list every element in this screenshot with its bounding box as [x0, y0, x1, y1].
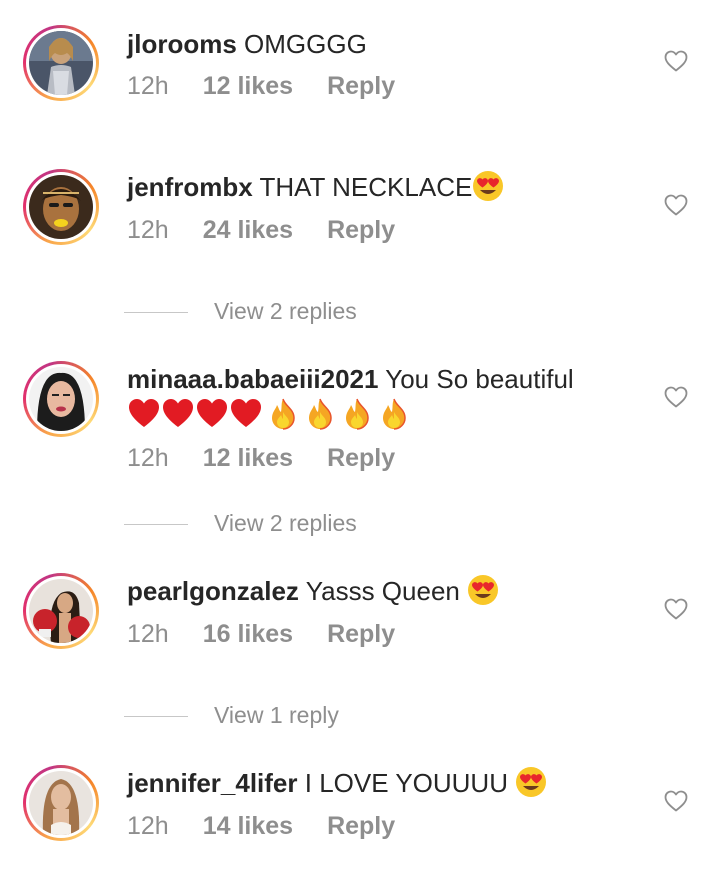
view-replies-button[interactable]: View 2 replies: [0, 298, 720, 328]
reply-button[interactable]: Reply: [327, 620, 395, 648]
comment-username[interactable]: minaaa.babaeiii2021: [127, 364, 378, 394]
divider-line: [124, 524, 188, 525]
red-heart-emoji-icon: [195, 398, 229, 430]
avatar-image: [29, 579, 93, 643]
emoji-line: [127, 398, 411, 432]
view-replies-button[interactable]: View 2 replies: [0, 510, 720, 540]
avatar[interactable]: [23, 765, 99, 841]
avatar[interactable]: [23, 169, 99, 245]
comment-username[interactable]: jennifer_4lifer: [127, 768, 298, 798]
heart-outline-icon[interactable]: [664, 598, 688, 620]
comment-likes[interactable]: 16 likes: [203, 620, 293, 648]
comment-meta: 12h 12 likes Reply: [127, 444, 395, 473]
comment-time: 12h: [127, 620, 169, 648]
comment-time: 12h: [127, 216, 169, 244]
fire-emoji-icon: [266, 398, 300, 430]
reply-button[interactable]: Reply: [327, 216, 395, 244]
comment-text: minaaa.babaeiii2021 You So beautiful: [127, 362, 647, 432]
view-replies-button[interactable]: View 1 reply: [0, 702, 720, 732]
reply-button[interactable]: Reply: [327, 812, 395, 840]
comment-text: pearlgonzalez Yasss Queen: [127, 574, 647, 608]
red-heart-emoji-icon: [229, 398, 263, 430]
comment-likes[interactable]: 12 likes: [203, 72, 293, 100]
comment-username[interactable]: pearlgonzalez: [127, 576, 299, 606]
avatar-image: [29, 31, 93, 95]
avatar-image: [29, 367, 93, 431]
fire-emoji-icon: [303, 398, 337, 430]
comment-body: THAT NECKLACE: [259, 172, 473, 202]
comment-username[interactable]: jlorooms: [127, 29, 237, 59]
heart-outline-icon[interactable]: [664, 50, 688, 72]
red-heart-emoji-icon: [127, 398, 161, 430]
comment-time: 12h: [127, 444, 169, 472]
reply-button[interactable]: Reply: [327, 72, 395, 100]
avatar-image: [29, 771, 93, 835]
avatar[interactable]: [23, 25, 99, 101]
comment-body: OMGGGG: [244, 29, 367, 59]
avatar[interactable]: [23, 361, 99, 437]
comment-body: I LOVE YOUUUU: [304, 768, 508, 798]
comment-meta: 12h 16 likes Reply: [127, 620, 395, 649]
comment-text: jennifer_4lifer I LOVE YOUUUU: [127, 766, 647, 800]
comment-username[interactable]: jenfrombx: [127, 172, 253, 202]
view-replies-label[interactable]: View 1 reply: [214, 702, 339, 729]
heart-eyes-emoji-icon: [515, 766, 547, 798]
comment-likes[interactable]: 12 likes: [203, 444, 293, 472]
comment-time: 12h: [127, 72, 169, 100]
comment-likes[interactable]: 14 likes: [203, 812, 293, 840]
heart-eyes-emoji-icon: [467, 574, 499, 606]
avatar[interactable]: [23, 573, 99, 649]
heart-outline-icon[interactable]: [664, 386, 688, 408]
reply-button[interactable]: Reply: [327, 444, 395, 472]
view-replies-label[interactable]: View 2 replies: [214, 510, 357, 537]
fire-emoji-icon: [377, 398, 411, 430]
comment-meta: 12h 14 likes Reply: [127, 812, 395, 841]
divider-line: [124, 312, 188, 313]
comment-text: jlorooms OMGGGG: [127, 27, 647, 61]
view-replies-label[interactable]: View 2 replies: [214, 298, 357, 325]
heart-outline-icon[interactable]: [664, 194, 688, 216]
heart-eyes-emoji-icon: [472, 170, 504, 202]
comment-time: 12h: [127, 812, 169, 840]
avatar-image: [29, 175, 93, 239]
fire-emoji-icon: [340, 398, 374, 430]
comment-body: Yasss Queen: [305, 576, 460, 606]
comment-meta: 12h 12 likes Reply: [127, 72, 395, 101]
comment-text: jenfrombx THAT NECKLACE: [127, 170, 647, 204]
heart-outline-icon[interactable]: [664, 790, 688, 812]
red-heart-emoji-icon: [161, 398, 195, 430]
divider-line: [124, 716, 188, 717]
comment-likes[interactable]: 24 likes: [203, 216, 293, 244]
comment-meta: 12h 24 likes Reply: [127, 216, 395, 245]
comment-body: You So beautiful: [385, 364, 574, 394]
